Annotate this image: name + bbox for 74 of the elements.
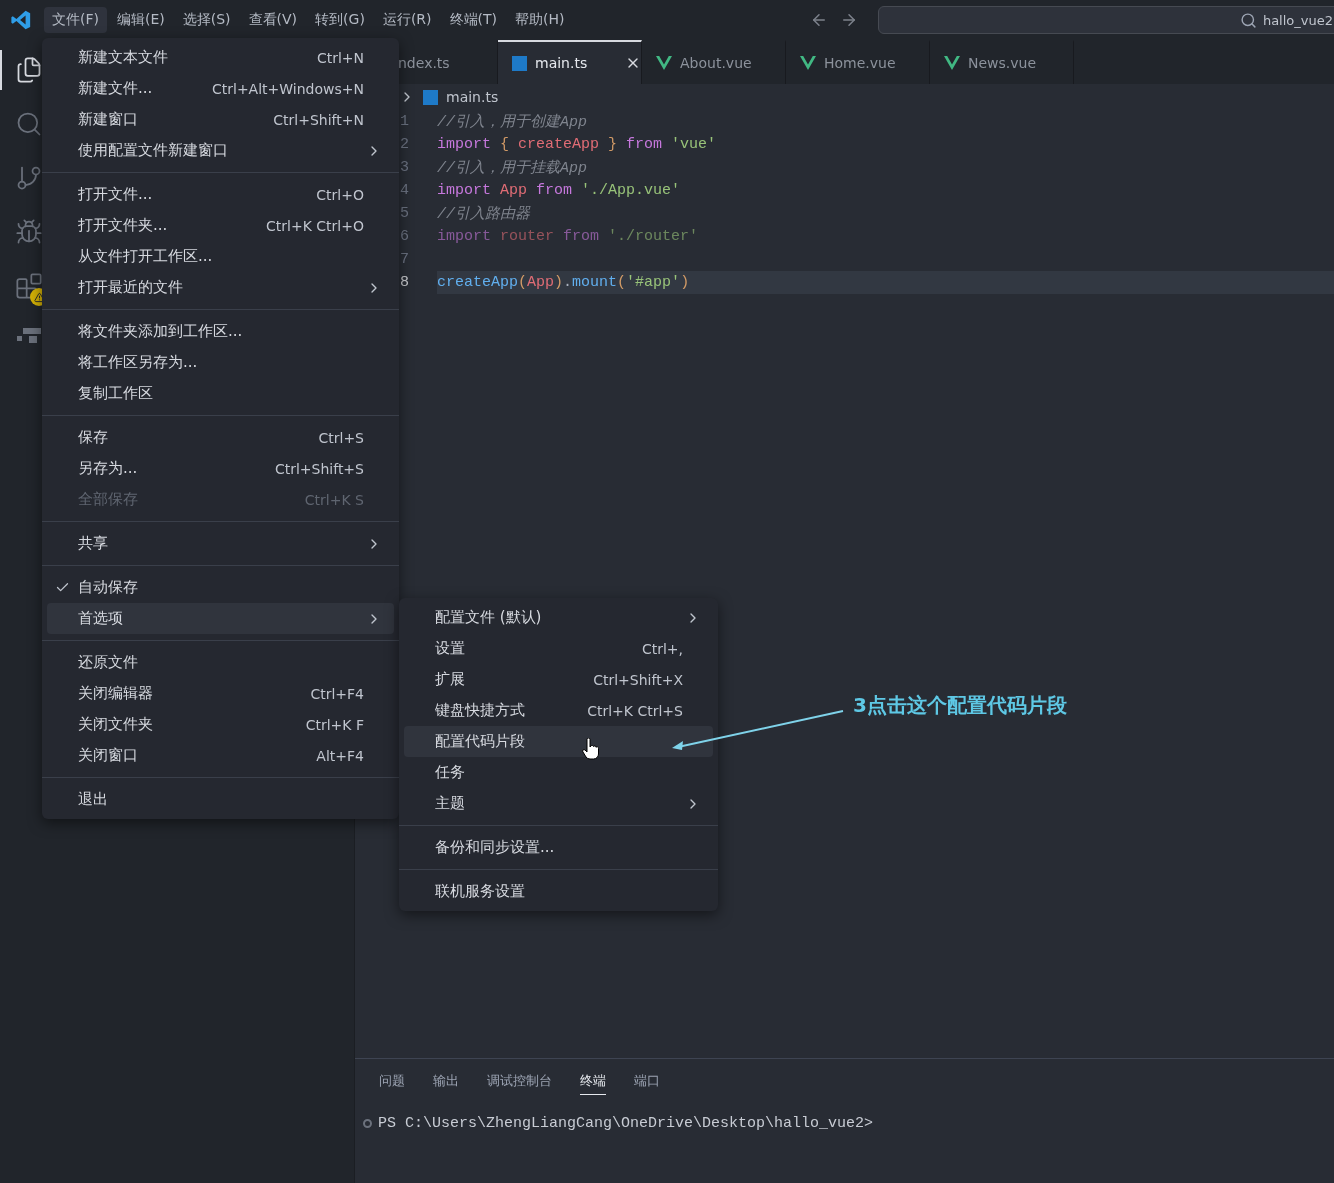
menu-item[interactable]: 键盘快捷方式 Ctrl+K Ctrl+S [404,695,713,726]
menu-item[interactable]: 使用配置文件新建窗口 [47,135,394,166]
panel-tab[interactable]: 问题 [379,1071,405,1095]
editor-tab[interactable]: main.ts [498,40,642,84]
line-number: 8 [400,274,409,291]
menu-label[interactable]: 运行(R) [374,7,440,33]
menu-item[interactable]: 打开文件夹... Ctrl+K Ctrl+O [47,210,394,241]
menu-item[interactable]: 另存为... Ctrl+Shift+S [47,453,394,484]
bug-icon [15,218,43,246]
files-icon [15,56,43,84]
menu-item[interactable]: 保存 Ctrl+S [47,422,394,453]
panel-tab[interactable]: 输出 [433,1071,459,1095]
menu-item[interactable]: 任务 [404,757,713,788]
logo-icon [10,9,32,31]
vue-icon [944,56,960,70]
vue-icon [800,56,816,70]
panel-tab[interactable]: 端口 [634,1071,660,1095]
panel-tab[interactable]: 终端 [580,1071,606,1095]
panel-tab[interactable]: 调试控制台 [487,1071,552,1095]
search-field[interactable]: hallo_vue2 [878,6,1334,34]
menu-item[interactable]: 共享 [47,528,394,559]
menu-label[interactable]: 选择(S) [174,7,239,33]
line-number: 3 [400,159,409,176]
menu-item[interactable]: 打开最近的文件 [47,272,394,303]
annotation-text: 3点击这个配置代码片段 [853,692,1067,719]
menu-item[interactable]: 扩展 Ctrl+Shift+X [404,664,713,695]
menu-item[interactable]: 关闭文件夹 Ctrl+K F [47,709,394,740]
menu-item[interactable]: 备份和同步设置... [404,832,713,863]
line-number: 6 [400,228,409,245]
hand-cursor-icon [582,738,600,760]
search-icon [15,110,43,138]
menu-label[interactable]: 帮助(H) [507,7,573,33]
code-line: import App from './App.vue' [437,181,682,201]
menu-label[interactable]: 查看(V) [240,7,306,33]
vue-icon [656,56,672,70]
menu-label[interactable]: 终端(T) [441,7,505,33]
typescript-icon [512,55,527,71]
terminal-line: PS C:\Users\ZhengLiangCang\OneDrive\Desktop\hallo_vue2> [378,1115,874,1132]
menu-item[interactable]: 设置 Ctrl+, [404,633,713,664]
blocks-icon [15,272,43,300]
typescript-icon [423,89,438,105]
line-number: 1 [400,113,409,130]
code-line: //引入路由器 [437,204,532,225]
menu-item[interactable]: 联机服务设置 [404,876,713,907]
status-dot-icon [363,1119,372,1128]
line-number: 4 [400,182,409,199]
code-line: //引入，用于挂载App [437,158,588,179]
code-line: import router from './router' [437,227,700,247]
menu-item[interactable]: 关闭编辑器 Ctrl+F4 [47,678,394,709]
branch-icon [15,164,43,192]
menu-item[interactable]: 将工作区另存为... [47,347,394,378]
menu-item[interactable]: 从文件打开工作区... [47,241,394,272]
menu-item[interactable]: 还原文件 [47,647,394,678]
remote-icon [15,326,43,346]
menu-item[interactable]: 将文件夹添加到工作区... [47,316,394,347]
menu-item[interactable]: 复制工作区 [47,378,394,409]
code-line: //引入，用于创建App [437,112,588,133]
menu-item[interactable]: 新建窗口 Ctrl+Shift+N [47,104,394,135]
menu-item[interactable]: 主题 [404,788,713,819]
menu-item[interactable]: 配置代码片段 [404,726,713,757]
menu-item[interactable]: 关闭窗口 Alt+F4 [47,740,394,771]
menu-item[interactable]: 退出 [47,784,394,815]
menu-item[interactable]: 打开文件... Ctrl+O [47,179,394,210]
line-number: 2 [400,136,409,153]
menu-item[interactable]: 自动保存 [47,572,394,603]
menu-item[interactable]: 配置文件 (默认) [404,602,713,633]
line-number: 5 [400,205,409,222]
menu-label[interactable]: 文件(F) [44,7,107,33]
line-number: 7 [400,251,409,268]
code-line: import { createApp } from 'vue' [437,135,718,155]
menu-label[interactable]: 编辑(E) [109,7,173,33]
menu-item[interactable]: 首选项 [47,603,394,634]
search-icon [1239,11,1257,29]
menu-label[interactable]: 转到(G) [307,7,373,33]
